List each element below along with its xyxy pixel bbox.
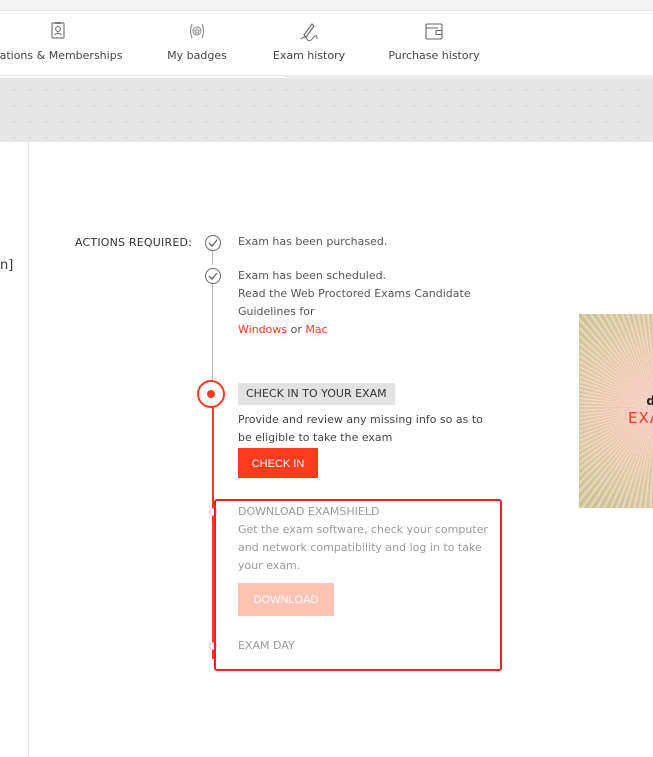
step-scheduled-line: Exam has been scheduled.: [238, 269, 387, 282]
left-panel: [0, 142, 29, 757]
profile-tabs: cations & Memberships My badges Exam his…: [0, 11, 653, 76]
left-panel-text: n]: [0, 258, 14, 273]
top-strip: [0, 0, 653, 11]
step-checkin-desc: Provide and review any missing info so a…: [238, 411, 483, 447]
tab-my-badges[interactable]: My badges: [157, 11, 237, 75]
current-step-indicator: [197, 380, 225, 408]
windows-link[interactable]: Windows: [238, 323, 287, 336]
step-scheduled-line: Guidelines for: [238, 305, 315, 318]
page-banner: [0, 78, 653, 142]
badge-card-icon: [47, 20, 69, 42]
completed-check-icon: [205, 235, 221, 251]
step-purchased-text: Exam has been purchased.: [238, 235, 388, 248]
completed-check-icon: [205, 268, 221, 284]
signature-icon: [298, 20, 320, 42]
tab-certifications[interactable]: cations & Memberships: [0, 11, 128, 75]
or-text: or: [290, 323, 302, 336]
promo-image[interactable]: d EXA: [579, 314, 653, 508]
guideline-links: Windows or Mac: [238, 321, 471, 339]
highlight-box: [214, 499, 502, 671]
promo-text: d: [646, 394, 653, 408]
tab-label: My badges: [167, 49, 227, 62]
promo-title: EXA: [627, 409, 653, 427]
tab-purchase-history[interactable]: Purchase history: [384, 11, 484, 75]
tab-label: Purchase history: [388, 49, 480, 62]
step-checkin-line: be eligible to take the exam: [238, 431, 393, 444]
mac-link[interactable]: Mac: [305, 323, 327, 336]
star-badge-icon: [186, 20, 208, 42]
tab-label: cations & Memberships: [0, 49, 123, 62]
tab-exam-history[interactable]: Exam history: [268, 11, 350, 75]
timeline-line: [212, 251, 213, 265]
step-scheduled: Exam has been scheduled. Read the Web Pr…: [238, 267, 471, 339]
tab-label: Exam history: [272, 49, 346, 62]
timeline-line: [212, 284, 213, 382]
step-checkin-line: Provide and review any missing info so a…: [238, 413, 483, 426]
wallet-icon: [423, 20, 445, 42]
step-checkin-heading: CHECK IN TO YOUR EXAM: [238, 383, 395, 405]
step-scheduled-line: Read the Web Proctored Exams Candidate: [238, 287, 471, 300]
actions-required-label: ACTIONS REQUIRED:: [75, 236, 193, 249]
check-in-button[interactable]: CHECK IN: [238, 448, 318, 478]
